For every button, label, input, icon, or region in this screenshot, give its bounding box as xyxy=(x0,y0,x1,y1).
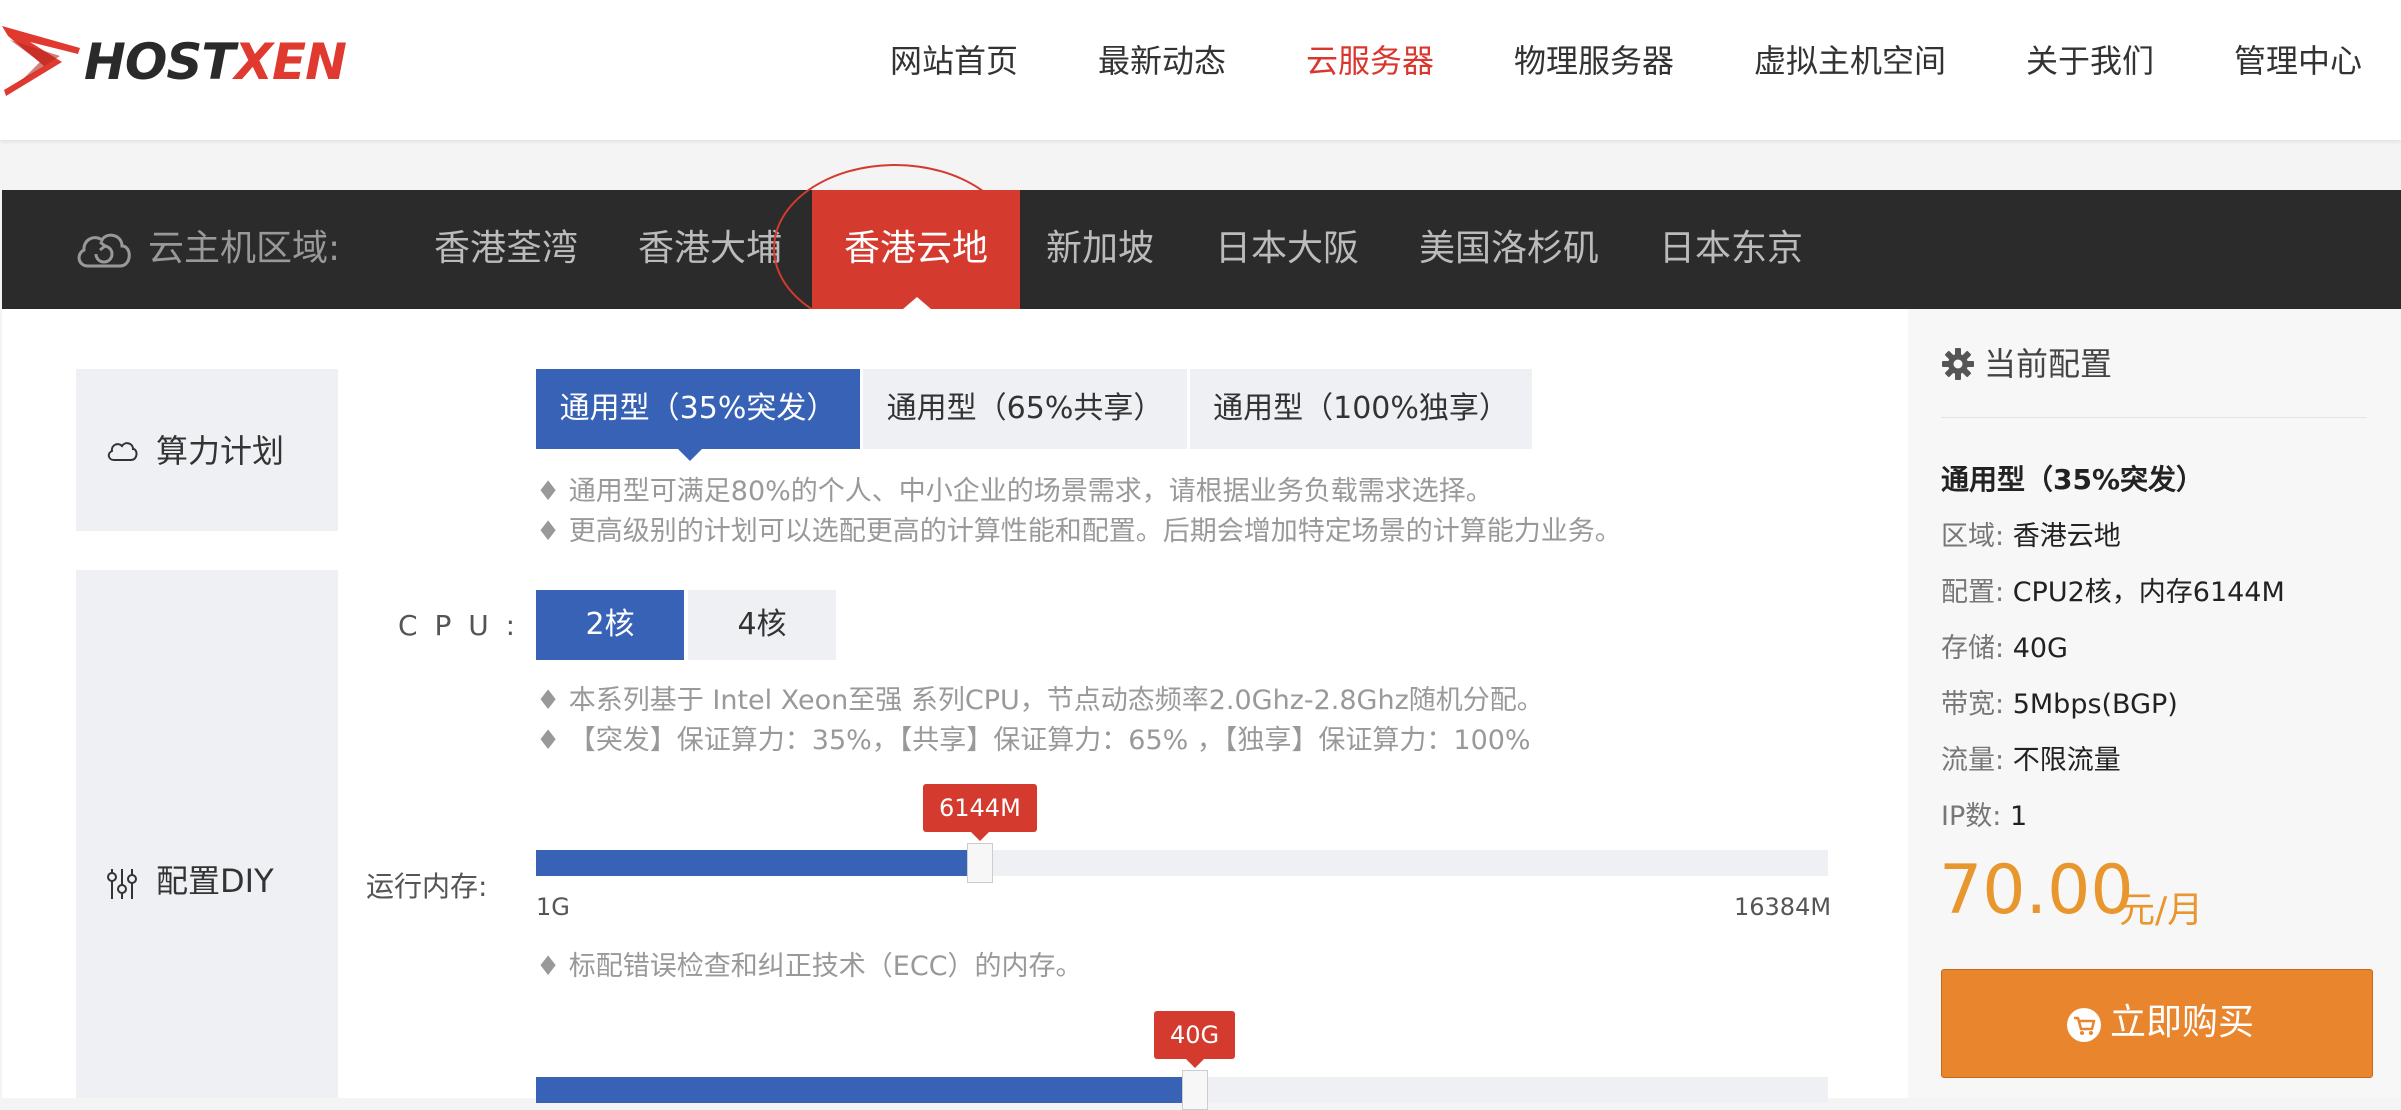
memory-value-tooltip: 6144M xyxy=(923,784,1037,841)
diy-section-label: 配置DIY xyxy=(156,862,274,900)
plan-caret-icon xyxy=(678,449,702,461)
cart-icon xyxy=(2067,1008,2101,1042)
region-tab-singapore[interactable]: 新加坡 xyxy=(1046,224,1154,274)
main-nav: 网站首页 最新动态 云服务器 物理服务器 虚拟主机空间 关于我们 管理中心 xyxy=(0,0,2401,124)
nav-item-about[interactable]: 关于我们 xyxy=(2026,36,2154,86)
nav-item-physical-server[interactable]: 物理服务器 xyxy=(1514,36,1674,86)
config-panel: 算力计划 通用型（35%突发） 通用型（65%共享） 通用型（100%独享） ♦… xyxy=(2,309,1908,1110)
region-tab-los-angeles[interactable]: 美国洛杉矶 xyxy=(1419,224,1599,274)
summary-divider xyxy=(1941,417,2367,418)
storage-value-tooltip: 40G xyxy=(1154,1011,1236,1068)
cpu-note-1: ♦ 本系列基于 Intel Xeon至强 系列CPU，节点动态频率2.0Ghz-… xyxy=(536,685,1544,716)
plan-option-shared[interactable]: 通用型（65%共享） xyxy=(863,369,1187,449)
highlight-ellipse xyxy=(773,164,1017,333)
nav-item-home[interactable]: 网站首页 xyxy=(890,36,1018,86)
plan-note-2: ♦ 更高级别的计划可以选配更高的计算性能和配置。后期会增加特定场景的计算能力业务… xyxy=(536,516,1622,547)
cpu-option-2[interactable]: 2核 xyxy=(536,590,684,660)
plan-note-1: ♦ 通用型可满足80%的个人、中小企业的场景需求，请根据业务负载需求选择。 xyxy=(536,476,1493,507)
plan-option-burst[interactable]: 通用型（35%突发） xyxy=(536,369,860,449)
summary-row-traffic: 流量: 不限流量 xyxy=(1941,745,2121,776)
price-unit: 元/月 xyxy=(2119,890,2204,931)
plan-section-box: 算力计划 xyxy=(76,369,338,531)
buy-now-label: 立即购买 xyxy=(2110,1002,2255,1043)
site-header: HOSTXEN 网站首页 最新动态 云服务器 物理服务器 虚拟主机空间 关于我们… xyxy=(0,0,2401,140)
summary-title: 当前配置 xyxy=(1984,345,2113,383)
storage-slider-fill xyxy=(536,1077,1182,1103)
nav-item-cloud-server[interactable]: 云服务器 xyxy=(1306,36,1434,86)
nav-item-news[interactable]: 最新动态 xyxy=(1098,36,1226,86)
memory-note: ♦ 标配错误检查和纠正技术（ECC）的内存。 xyxy=(536,951,1083,982)
summary-row-ip: IP数: 1 xyxy=(1941,801,2028,832)
summary-row-config: 配置: CPU2核，内存6144M xyxy=(1941,577,2285,608)
summary-row-bandwidth: 带宽: 5Mbps(BGP) xyxy=(1941,689,2178,720)
summary-panel: 当前配置 通用型（35%突发） 区域: 香港云地 配置: CPU2核，内存614… xyxy=(1908,309,2401,1098)
region-tab-tokyo[interactable]: 日本东京 xyxy=(1659,224,1803,274)
summary-plan: 通用型（35%突发） xyxy=(1941,463,2205,496)
price-value: 70.00 xyxy=(1939,851,2134,930)
region-bar: 云主机区域: 香港荃湾 香港大埔 香港云地 新加坡 日本大阪 美国洛杉矶 日本东… xyxy=(2,190,2401,309)
storage-slider-handle[interactable] xyxy=(1182,1070,1208,1110)
sliders-icon xyxy=(107,869,137,899)
diy-section-box: 配置DIY xyxy=(76,570,338,1098)
summary-row-region: 区域: 香港云地 xyxy=(1941,521,2121,552)
plan-option-dedicated[interactable]: 通用型（100%独享） xyxy=(1190,369,1532,449)
cpu-label: C P U : xyxy=(398,609,520,642)
cpu-option-4[interactable]: 4核 xyxy=(688,590,836,660)
buy-now-button[interactable]: 立即购买 xyxy=(1941,969,2373,1078)
summary-row-storage: 存储: 40G xyxy=(1941,633,2068,664)
nav-item-virtual-hosting[interactable]: 虚拟主机空间 xyxy=(1754,36,1946,86)
nav-item-admin[interactable]: 管理中心 xyxy=(2234,36,2362,86)
region-tab-tai-po[interactable]: 香港大埔 xyxy=(638,224,782,274)
cloud-refresh-icon xyxy=(77,233,131,268)
cpu-note-2: ♦ 【突发】保证算力：35%，【共享】保证算力：65% ，【独享】保证算力：10… xyxy=(536,725,1531,756)
region-label: 云主机区域: xyxy=(148,228,341,269)
cloud-icon xyxy=(107,442,138,461)
gear-icon xyxy=(1942,348,1974,380)
storage-slider[interactable]: 40G xyxy=(536,1011,1828,1110)
memory-min-label: 1G xyxy=(536,893,570,921)
region-tab-osaka[interactable]: 日本大阪 xyxy=(1215,224,1359,274)
memory-slider[interactable]: 6144M xyxy=(536,784,1828,883)
memory-label: 运行内存: xyxy=(366,870,488,903)
memory-max-label: 16384M xyxy=(1734,893,1832,921)
region-tab-tsuen-wan[interactable]: 香港荃湾 xyxy=(434,224,578,274)
memory-slider-handle[interactable] xyxy=(967,843,993,883)
memory-slider-fill xyxy=(536,850,967,876)
plan-section-label: 算力计划 xyxy=(156,432,285,470)
